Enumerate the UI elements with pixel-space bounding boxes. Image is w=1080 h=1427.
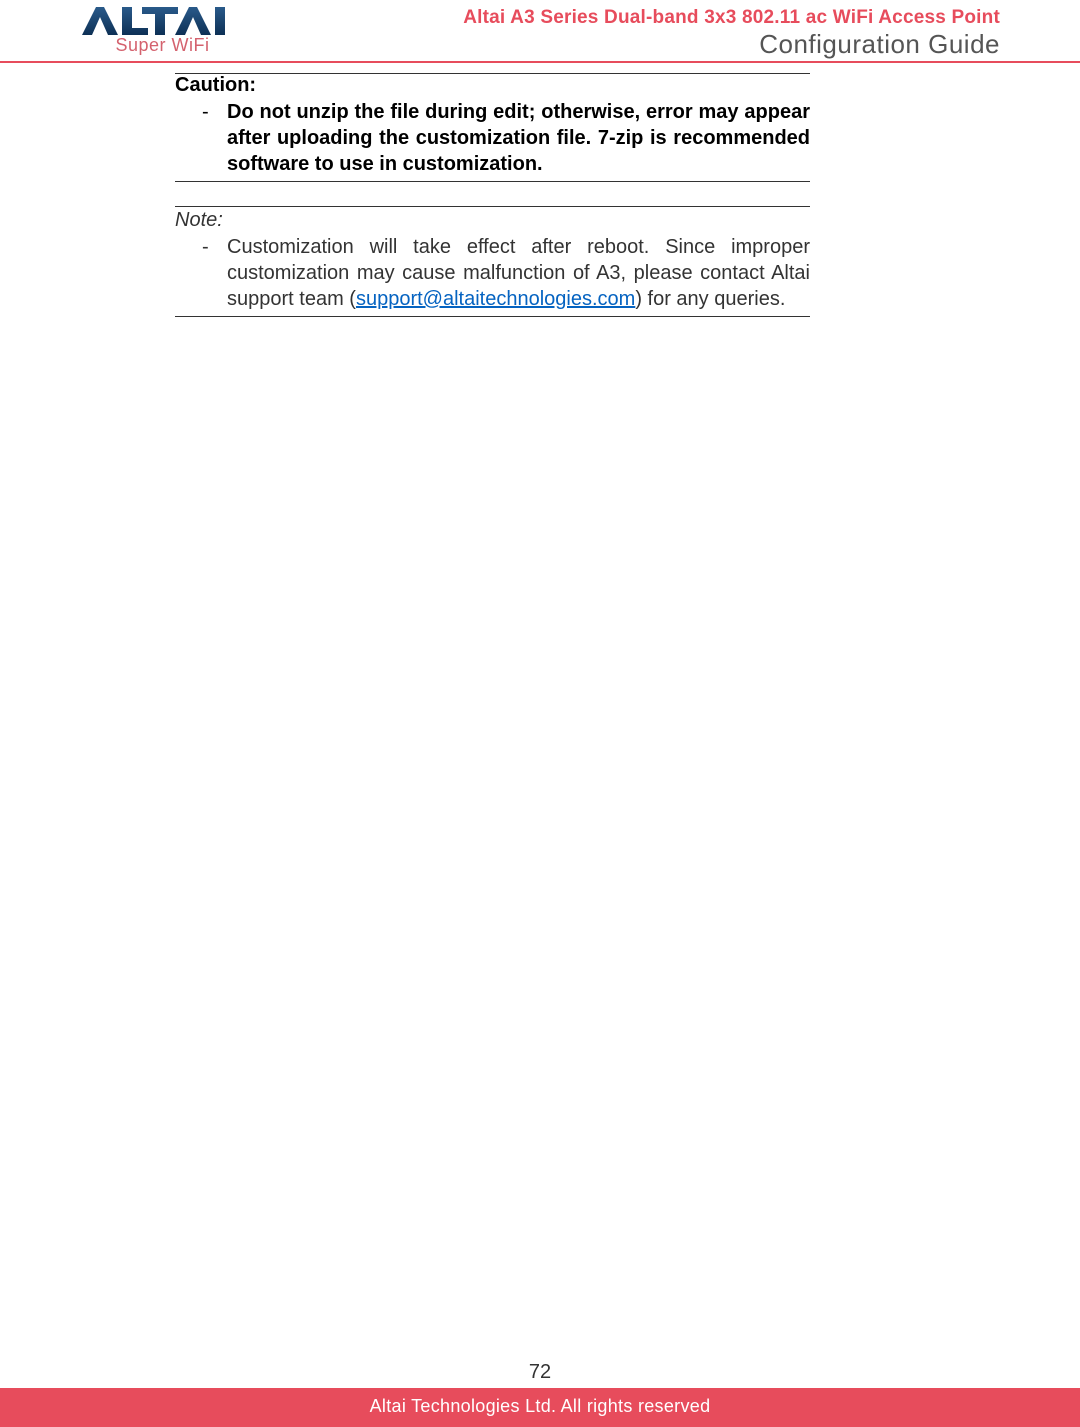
note-item: Customization will take effect after reb… [227, 234, 810, 312]
page-footer: 72 Altai Technologies Ltd. All rights re… [0, 1361, 1080, 1427]
header-product-title: Altai A3 Series Dual-band 3x3 802.11 ac … [463, 7, 1000, 29]
logo-sub-text: Super WiFi [115, 35, 209, 56]
note-box: Note: Customization will take effect aft… [175, 206, 810, 317]
logo-main-text [80, 5, 245, 37]
caution-label: Caution: [175, 74, 810, 99]
caution-box: Caution: Do not unzip the file during ed… [175, 73, 810, 182]
header-doc-title: Configuration Guide [463, 29, 1000, 60]
logo: Super WiFi [80, 5, 245, 56]
caution-item: Do not unzip the file during edit; other… [227, 99, 810, 177]
content-area: Caution: Do not unzip the file during ed… [0, 63, 1080, 1427]
note-label: Note: [175, 207, 810, 234]
note-text-post: ) for any queries. [635, 288, 785, 310]
footer-copyright: Altai Technologies Ltd. All rights reser… [0, 1388, 1080, 1427]
support-email-link[interactable]: support@altaitechnologies.com [356, 288, 635, 310]
page-header: Super WiFi Altai A3 Series Dual-band 3x3… [0, 0, 1080, 63]
note-list: Customization will take effect after reb… [175, 234, 810, 317]
header-titles: Altai A3 Series Dual-band 3x3 802.11 ac … [463, 5, 1000, 60]
caution-list: Do not unzip the file during edit; other… [175, 99, 810, 182]
page-number: 72 [0, 1361, 1080, 1388]
